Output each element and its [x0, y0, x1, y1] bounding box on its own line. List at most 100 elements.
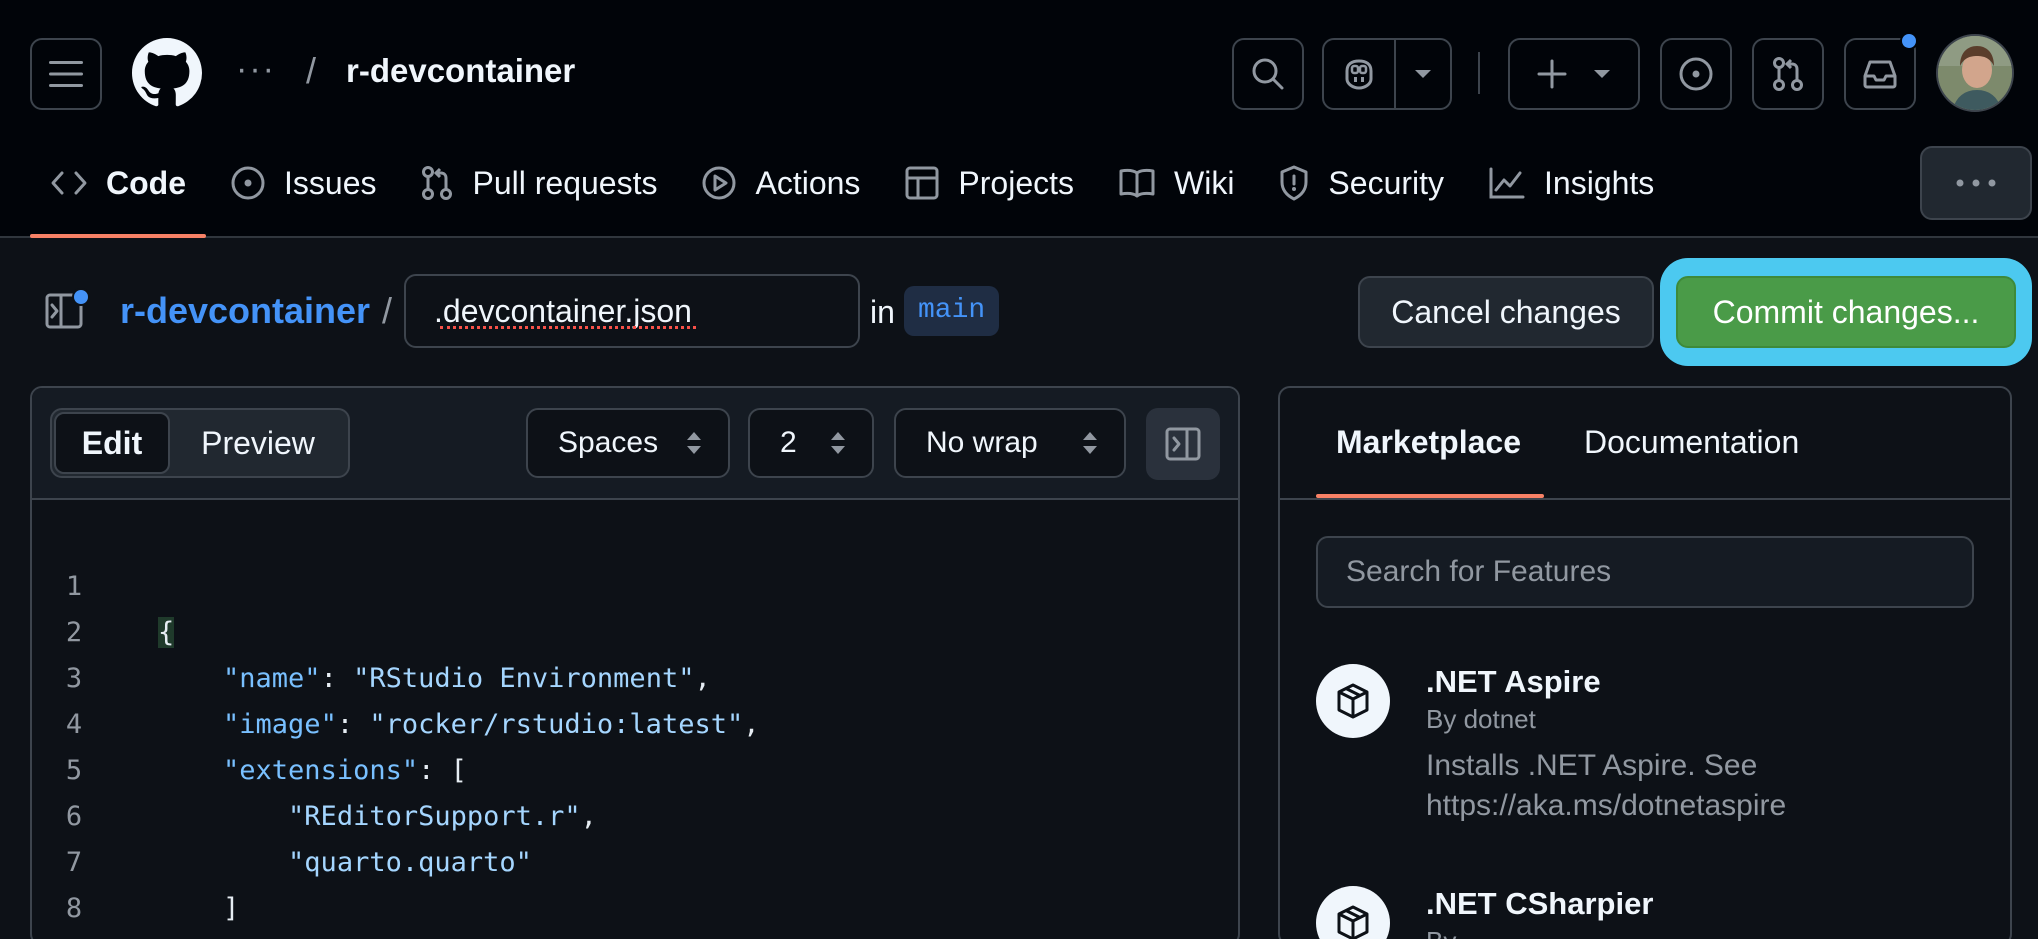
caret-down-icon [1415, 70, 1431, 78]
copilot-dropdown-button[interactable] [1396, 40, 1450, 108]
code-token: ] [223, 893, 240, 924]
feature-name: .NET CSharpier [1426, 886, 1654, 921]
feature-author: By ... [1426, 926, 1485, 939]
feature-name: .NET Aspire [1426, 664, 1601, 699]
package-icon [1316, 664, 1390, 738]
wrap-mode-select[interactable]: No wrap [894, 408, 1126, 478]
caret-down-icon [1594, 70, 1610, 78]
filename-input[interactable] [404, 274, 860, 348]
code-icon [51, 171, 87, 195]
tab-documentation[interactable]: Documentation [1584, 424, 1799, 461]
tab-label: Insights [1544, 164, 1655, 201]
indent-size-select[interactable]: 2 [748, 408, 874, 478]
global-header: ··· / r-devcontainer Code Issues Pull re… [0, 0, 2038, 238]
wrap-mode-value: No wrap [926, 426, 1038, 459]
indent-mode-value: Spaces [558, 426, 659, 459]
tab-issues[interactable]: Issues [208, 150, 398, 216]
git-pull-request-icon [1773, 57, 1803, 91]
indent-mode-select[interactable]: Spaces [526, 408, 730, 478]
tab-actions[interactable]: Actions [679, 150, 882, 216]
code-line: 5 "REditorSupport.r", [32, 702, 1238, 832]
feature-item[interactable]: .NET Aspire By dotnet Installs .NET Aspi… [1316, 664, 1976, 844]
code-line: 2 "name": "RStudio Environment", [32, 564, 1238, 694]
tab-label: Actions [755, 164, 861, 201]
copilot-icon [1345, 59, 1373, 90]
play-icon [702, 166, 736, 200]
header-divider [1478, 52, 1480, 94]
tab-label: Security [1328, 164, 1445, 201]
select-arrows-icon [1083, 432, 1097, 454]
path-separator: / [382, 290, 393, 331]
code-editor-panel: Edit Preview Spaces 2 No wrap 1 { 2 "nam… [30, 386, 1240, 939]
code-line: 7 ] [32, 794, 1238, 924]
search-button[interactable] [1232, 38, 1304, 110]
code-line: 1 { [32, 518, 1238, 648]
tab-code[interactable]: Code [28, 150, 208, 238]
issues-button[interactable] [1660, 38, 1732, 110]
edit-preview-toggle: Edit Preview [50, 408, 350, 478]
book-icon [1119, 168, 1155, 198]
search-icon [1252, 58, 1284, 90]
tab-security[interactable]: Security [1256, 150, 1466, 216]
toggle-side-panel-button[interactable] [1146, 408, 1220, 480]
shield-icon [1280, 165, 1308, 201]
kebab-horizontal-icon [1956, 179, 1996, 187]
preview-tab[interactable]: Preview [170, 412, 346, 474]
code-line: 8 } [32, 840, 1238, 924]
side-panel-tabs: Marketplace Documentation [1280, 388, 2010, 500]
breadcrumb-overflow[interactable]: ··· [236, 50, 276, 89]
table-icon [905, 166, 939, 200]
branch-name: main [904, 286, 1000, 336]
tab-wiki[interactable]: Wiki [1096, 150, 1256, 216]
commit-changes-button[interactable]: Commit changes... [1676, 276, 2016, 348]
user-avatar[interactable] [1936, 34, 2014, 112]
repo-nav: Code Issues Pull requests Actions Projec… [28, 150, 1676, 238]
file-tree-indicator-dot [72, 288, 90, 306]
tab-label: Issues [284, 164, 377, 201]
tab-label: Code [106, 164, 186, 201]
issue-opened-icon [231, 166, 265, 200]
features-side-panel: Marketplace Documentation .NET Aspire By… [1278, 386, 2012, 939]
create-new-button[interactable] [1508, 38, 1640, 110]
feature-item[interactable]: .NET CSharpier By ... [1316, 886, 1976, 939]
edit-tab[interactable]: Edit [54, 412, 170, 474]
tab-marketplace[interactable]: Marketplace [1336, 424, 1521, 461]
pull-requests-button[interactable] [1752, 38, 1824, 110]
copilot-button-group [1322, 38, 1452, 110]
editor-toolbar: Edit Preview Spaces 2 No wrap [32, 388, 1238, 500]
tab-label: Projects [958, 164, 1074, 201]
graph-icon [1489, 167, 1525, 199]
repo-link[interactable]: r-devcontainer [120, 290, 370, 332]
tab-label: Pull requests [472, 164, 658, 201]
feature-author: By dotnet [1426, 704, 1536, 734]
code-line: 3 "image": "rocker/rstudio:latest", [32, 610, 1238, 740]
nav-more-button[interactable] [1920, 146, 2032, 220]
tab-insights[interactable]: Insights [1466, 150, 1676, 216]
inbox-icon [1863, 60, 1897, 89]
select-arrows-icon [687, 432, 701, 454]
code-line: 6 "quarto.quarto" [32, 748, 1238, 878]
hamburger-icon [49, 61, 83, 87]
tab-label: Wiki [1174, 164, 1235, 201]
line-number: 8 [65, 893, 83, 924]
copilot-button[interactable] [1324, 40, 1396, 108]
menu-button[interactable] [30, 38, 102, 110]
feature-search-input[interactable] [1316, 536, 1974, 608]
tab-pull-requests[interactable]: Pull requests [398, 150, 679, 216]
notification-dot [1900, 32, 1918, 50]
code-area[interactable]: 1 { 2 "name": "RStudio Environment", 3 "… [32, 518, 1238, 924]
spellcheck-underline [440, 326, 696, 329]
active-tab-underline [1316, 494, 1544, 498]
breadcrumb-separator: / [306, 50, 317, 91]
feature-description: Installs .NET Aspire. See https://aka.ms… [1426, 749, 1787, 822]
github-logo-icon[interactable] [132, 38, 202, 108]
cancel-changes-button[interactable]: Cancel changes [1358, 276, 1654, 348]
sidebar-collapse-icon [1165, 427, 1201, 461]
plus-icon [1537, 59, 1567, 89]
git-pull-request-icon [422, 166, 453, 200]
repo-title[interactable]: r-devcontainer [346, 52, 575, 90]
code-line: 4 "extensions": [ [32, 656, 1238, 786]
tab-projects[interactable]: Projects [882, 150, 1096, 216]
package-icon [1316, 886, 1390, 939]
indent-size-value: 2 [780, 426, 797, 459]
